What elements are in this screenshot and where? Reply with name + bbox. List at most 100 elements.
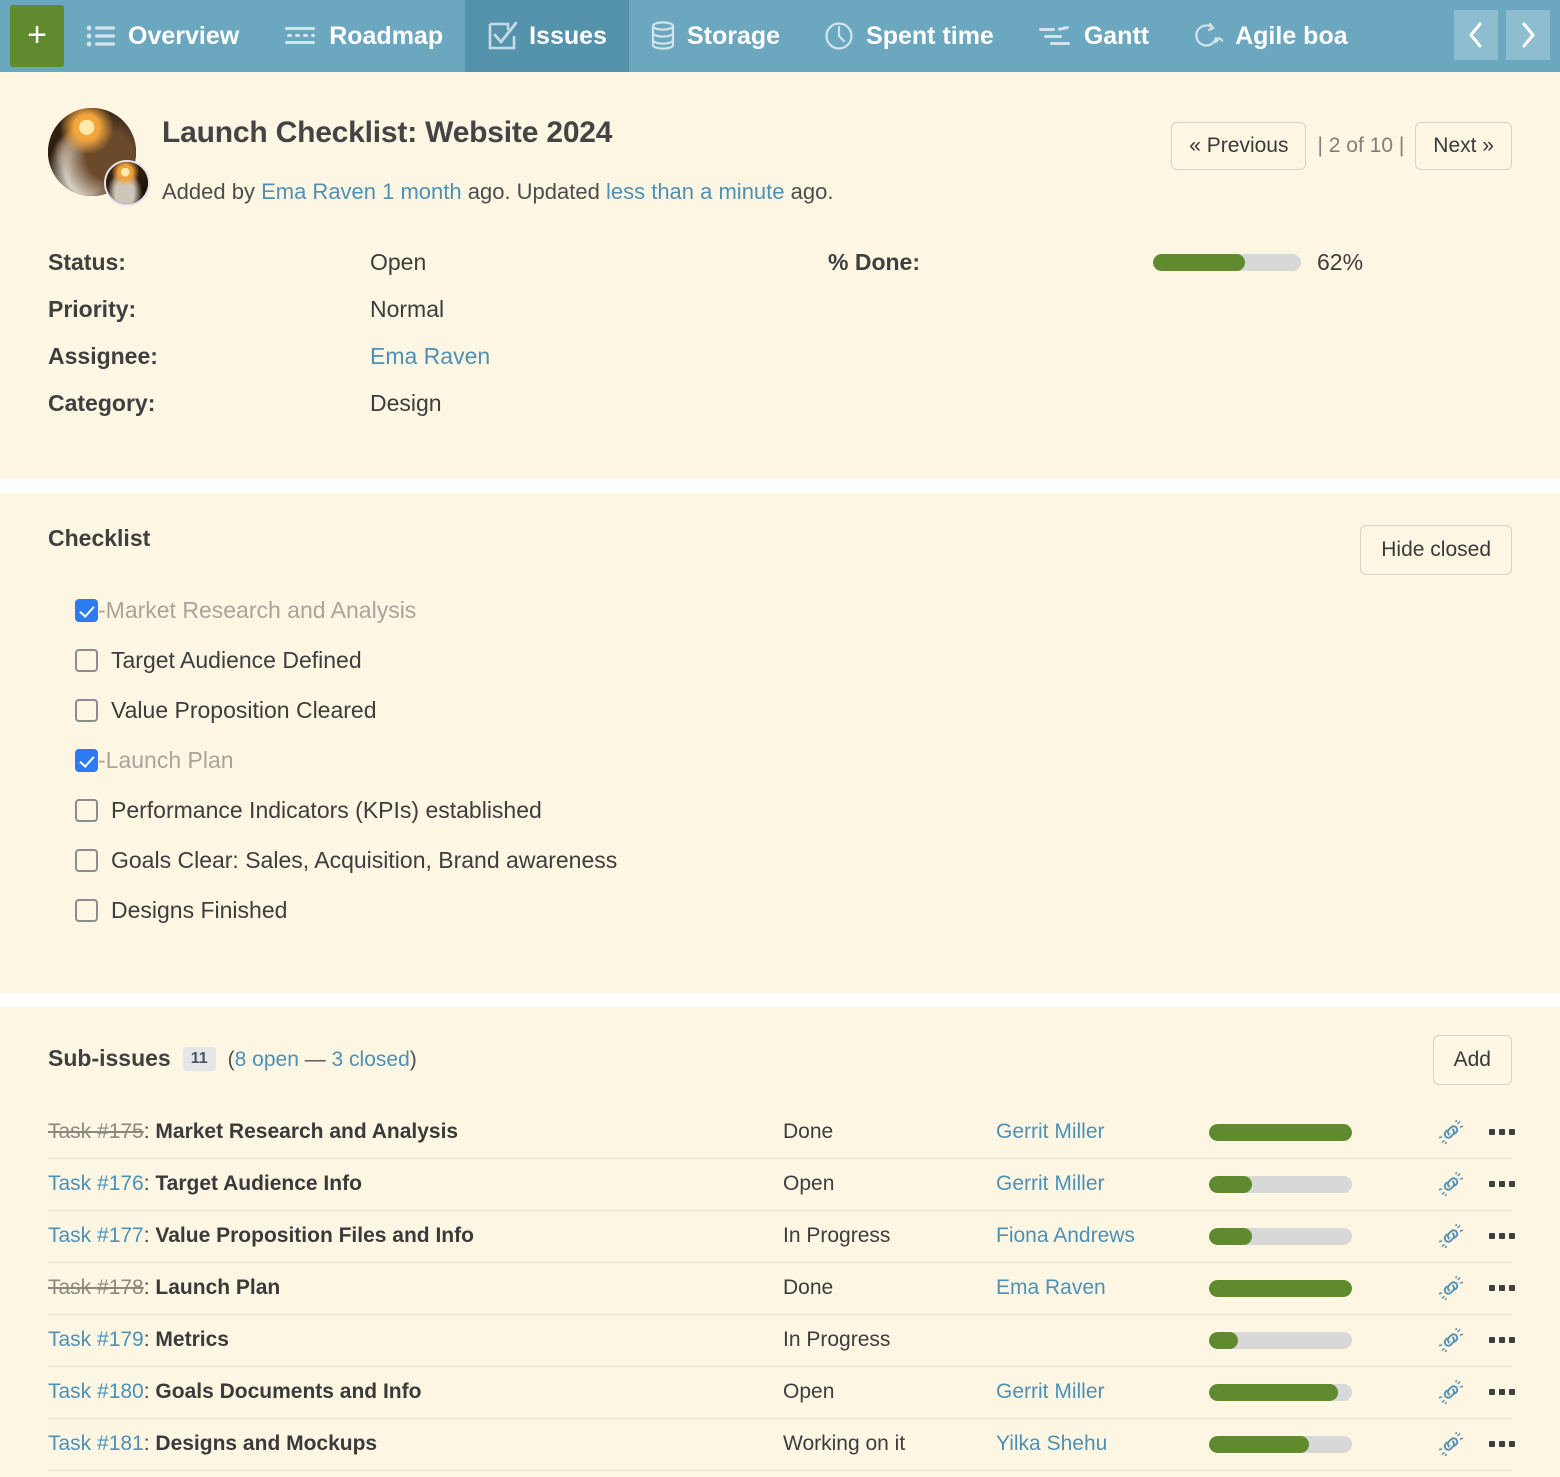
table-row[interactable]: Task #179: Metrics In Progress [48, 1315, 1515, 1367]
tab-label: Roadmap [329, 21, 444, 50]
table-row[interactable]: Task #181: Designs and Mockups Working on… [48, 1419, 1515, 1471]
checklist-item[interactable]: Performance Indicators (KPIs) establishe… [75, 797, 1512, 824]
sub-issue-actions [1439, 1380, 1515, 1405]
sub-issue-separator: : [143, 1380, 156, 1404]
tab-spent-time[interactable]: Spent time [802, 0, 1016, 72]
nav-scroll-left-button[interactable] [1454, 10, 1498, 60]
sub-issue-name-cell: Task #175: Market Research and Analysis [48, 1120, 783, 1144]
closed-count-link[interactable]: 3 closed [332, 1048, 410, 1071]
more-options-icon[interactable] [1489, 1233, 1515, 1240]
sub-issues-header: Sub-issues 11 (8 open — 3 closed) Add [48, 1034, 1512, 1085]
unlink-icon[interactable] [1439, 1380, 1463, 1405]
sub-issue-actions [1439, 1432, 1515, 1457]
attribute-value-category: Design [370, 389, 442, 416]
unlink-icon[interactable] [1439, 1276, 1463, 1301]
checklist-checkbox[interactable] [75, 648, 98, 672]
tab-gantt[interactable]: Gantt [1016, 0, 1171, 72]
more-options-icon[interactable] [1489, 1337, 1515, 1344]
clock-icon [824, 21, 854, 51]
unlink-icon[interactable] [1439, 1172, 1463, 1197]
more-options-icon[interactable] [1489, 1129, 1515, 1136]
sub-issue-progress-cell [1209, 1227, 1439, 1245]
table-row[interactable]: Task #175: Market Research and Analysis D… [48, 1107, 1515, 1159]
author-link[interactable]: Ema Raven 1 month [261, 179, 462, 204]
more-options-icon[interactable] [1489, 1441, 1515, 1448]
checklist-checkbox[interactable] [75, 698, 98, 722]
unlink-icon[interactable] [1439, 1120, 1463, 1145]
checklist-checkbox[interactable] [75, 848, 98, 872]
sub-issue-id-link[interactable]: Task #180 [48, 1380, 144, 1403]
unlink-icon[interactable] [1439, 1224, 1463, 1249]
checklist-item[interactable]: -Market Research and Analysis [75, 597, 1512, 624]
tab-roadmap[interactable]: Roadmap [261, 0, 465, 72]
checkbox-icon [487, 21, 518, 51]
unlink-icon[interactable] [1439, 1328, 1463, 1353]
next-issue-button[interactable]: Next » [1415, 122, 1512, 170]
sub-issue-title: Launch Plan [155, 1276, 281, 1300]
table-row[interactable]: Task #178: Launch Plan Done Ema Raven [48, 1263, 1515, 1315]
sub-issue-assignee-link[interactable]: Gerrit Miller [996, 1120, 1209, 1144]
checklist-item[interactable]: Goals Clear: Sales, Acquisition, Brand a… [75, 847, 1512, 874]
sub-issue-assignee-link[interactable]: Gerrit Miller [996, 1380, 1209, 1404]
more-options-icon[interactable] [1489, 1181, 1515, 1188]
sub-issue-id-link[interactable]: Task #177 [48, 1224, 144, 1247]
more-options-icon[interactable] [1489, 1285, 1515, 1292]
tab-label: Spent time [866, 21, 994, 50]
checklist-item[interactable]: Value Proposition Cleared [75, 697, 1512, 724]
sub-issue-assignee-link[interactable]: Yilka Shehu [996, 1432, 1209, 1456]
updated-link[interactable]: less than a minute [606, 179, 785, 204]
attribute-value-assignee[interactable]: Ema Raven [370, 343, 490, 370]
table-row[interactable]: Task #176: Target Audience Info Open Gerri… [48, 1159, 1515, 1211]
sub-issue-progress-cell [1209, 1279, 1439, 1297]
open-count-link[interactable]: 8 open [235, 1048, 299, 1071]
meta-mid-text: ago. Updated [461, 179, 606, 204]
table-row[interactable]: Task #177: Value Proposition Files and I… [48, 1211, 1515, 1263]
sub-issue-id-link[interactable]: Task #179 [48, 1328, 144, 1351]
tab-overview[interactable]: Overview [64, 0, 261, 72]
tab-storage[interactable]: Storage [629, 0, 802, 72]
checklist-checkbox[interactable] [75, 798, 98, 822]
checklist-item[interactable]: -Launch Plan [75, 747, 1512, 774]
unlink-icon[interactable] [1439, 1432, 1463, 1457]
added-by-label: Added by [162, 179, 262, 204]
checklist-items: -Market Research and Analysis Target Aud… [48, 597, 1512, 924]
attribute-row-category: Category: Design [48, 390, 1512, 417]
add-button[interactable]: + [10, 5, 64, 67]
sub-issue-status: In Progress [783, 1328, 891, 1352]
sub-issue-id-link[interactable]: Task #178 [48, 1276, 144, 1299]
sub-issue-status: Working on it [783, 1432, 906, 1456]
sub-issue-id-link[interactable]: Task #181 [48, 1432, 144, 1455]
sub-issue-assignee-link[interactable]: Ema Raven [996, 1276, 1209, 1300]
tab-label: Overview [128, 21, 240, 50]
previous-issue-button[interactable]: « Previous [1171, 122, 1307, 170]
sub-issue-actions [1439, 1172, 1515, 1197]
sub-issue-id-link[interactable]: Task #176 [48, 1172, 144, 1195]
sub-issue-status: Done [783, 1120, 834, 1144]
sub-issue-name-cell: Task #178: Launch Plan [48, 1276, 783, 1300]
more-options-icon[interactable] [1489, 1389, 1515, 1396]
checklist-item[interactable]: Designs Finished [75, 897, 1512, 924]
checklist-item[interactable]: Target Audience Defined [75, 647, 1512, 674]
hide-closed-button[interactable]: Hide closed [1360, 524, 1512, 575]
sub-issue-id-link[interactable]: Task #175 [48, 1120, 144, 1143]
tab-agile-board[interactable]: Agile boa [1171, 0, 1370, 72]
sub-issues-title: Sub-issues [48, 1045, 171, 1072]
sub-issue-separator: : [143, 1432, 156, 1456]
sub-issue-progress-bar [1209, 1435, 1352, 1453]
sub-issue-assignee-link[interactable]: Fiona Andrews [996, 1224, 1209, 1248]
add-sub-issue-button[interactable]: Add [1432, 1034, 1512, 1085]
checklist-checkbox[interactable] [75, 598, 98, 622]
checklist-checkbox[interactable] [75, 898, 98, 922]
sub-issue-assignee-link[interactable]: Gerrit Miller [996, 1172, 1209, 1196]
gantt-icon [1038, 24, 1072, 48]
tab-label: Gantt [1083, 21, 1150, 50]
sub-issue-progress-bar [1209, 1331, 1352, 1349]
tab-issues[interactable]: Issues [465, 0, 629, 72]
percent-done-label: % Done: [828, 248, 920, 275]
table-row[interactable]: Task #180: Goals Documents and Info Open G… [48, 1367, 1515, 1419]
checklist-checkbox[interactable] [75, 748, 98, 772]
tab-label: Issues [529, 21, 607, 50]
checklist-item-label: Value Proposition Cleared [111, 696, 377, 723]
checklist-item-label: -Launch Plan [98, 746, 234, 773]
nav-scroll-right-button[interactable] [1506, 10, 1550, 60]
